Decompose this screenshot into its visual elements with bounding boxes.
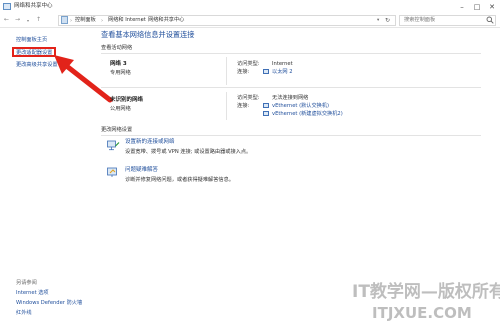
column-divider (226, 57, 227, 85)
divider (101, 87, 481, 88)
network-type: 公用网络 (110, 106, 131, 112)
connection-link[interactable]: vEthernet (默认交换机) (272, 103, 329, 109)
breadcrumb-separator-icon: › (70, 18, 73, 24)
chevron-down-icon[interactable]: ▾ (27, 19, 29, 23)
watermark-url: ITJXUE.COM (372, 304, 472, 322)
setup-connection-desc: 设置宽带、拨号或 VPN 连接; 或设置路由器或接入点。 (125, 149, 252, 155)
ethernet-icon (263, 111, 269, 116)
sidebar-link-internet-options[interactable]: Internet 选项 (16, 290, 49, 296)
network-name: 网络 3 (110, 61, 127, 67)
watermark-title: IT教学网—版权所有 (352, 282, 500, 302)
minimize-button[interactable]: – (455, 2, 469, 12)
page-title: 查看基本网络信息并设置连接 (101, 30, 195, 39)
network-center-icon (3, 3, 11, 10)
ethernet-icon (263, 69, 269, 74)
breadcrumb-separator-icon: › (141, 18, 144, 24)
access-type-value: Internet (272, 61, 293, 67)
change-settings-title: 更改网络设置 (101, 127, 133, 133)
troubleshoot-desc: 诊断并修复网络问题，或者获得疑难解答信息。 (125, 177, 234, 183)
connection-link[interactable]: vEthernet (新建虚拟交换机2) (272, 111, 343, 117)
connection-link[interactable]: 以太网 2 (272, 69, 293, 75)
forward-icon[interactable]: → (15, 17, 20, 23)
access-type-label: 访问类型: (237, 61, 260, 67)
divider (101, 135, 481, 136)
troubleshoot-link[interactable]: 问题疑难解答 (125, 167, 158, 174)
breadcrumb-control-panel[interactable]: 控制面板 (75, 17, 96, 23)
sidebar-link-firewall[interactable]: Windows Defender 防火墙 (16, 300, 82, 306)
close-button[interactable]: ✕ (485, 2, 499, 12)
annotation-arrow (54, 55, 113, 103)
network-setup-icon (107, 140, 120, 151)
breadcrumb-separator-icon: › (101, 18, 104, 24)
network-name: 未识别的网络 (110, 97, 144, 103)
maximize-button[interactable]: □ (470, 2, 484, 12)
up-icon[interactable]: ↑ (36, 17, 41, 23)
network-type: 专用网络 (110, 70, 131, 76)
connection-label: 连接: (237, 69, 250, 75)
troubleshoot-icon (107, 167, 117, 177)
window-title: 网络和共享中心 (14, 3, 53, 9)
breadcrumb-network-center[interactable]: 网络和共享中心 (148, 17, 184, 23)
chevron-down-icon[interactable]: ▾ (377, 18, 379, 23)
sidebar-link-infrared[interactable]: 红外线 (16, 310, 32, 316)
control-panel-icon (61, 16, 68, 24)
access-type-value: 无法连接到网络 (272, 95, 309, 101)
title-bar (0, 0, 500, 14)
divider (101, 53, 481, 54)
search-placeholder: 搜索控制面板 (404, 17, 436, 23)
search-icon[interactable] (486, 16, 494, 24)
connection-label: 连接: (237, 103, 250, 109)
access-type-label: 访问类型: (237, 95, 260, 101)
active-networks-title: 查看活动网络 (101, 45, 133, 51)
see-also-title: 另请参阅 (16, 280, 37, 286)
back-icon[interactable]: ← (4, 17, 9, 23)
refresh-icon[interactable]: ↻ (385, 17, 390, 24)
sidebar-item-home[interactable]: 控制面板主页 (16, 37, 47, 43)
ethernet-icon (263, 103, 269, 108)
setup-connection-link[interactable]: 设置新的连接或网络 (125, 139, 175, 146)
column-divider (226, 92, 227, 120)
